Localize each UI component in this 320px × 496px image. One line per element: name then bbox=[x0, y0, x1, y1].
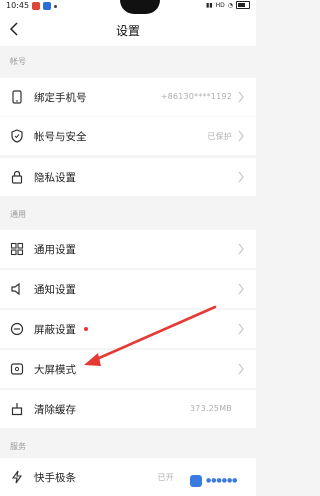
chevron-right-icon bbox=[238, 130, 244, 142]
section-header-service: 服务 bbox=[10, 442, 26, 451]
row-label: 通用设置 bbox=[34, 244, 76, 256]
status-bar: 10:45 ▮▮ HD ◔ bbox=[0, 0, 256, 14]
section-header-account: 帐号 bbox=[10, 57, 26, 66]
row-label: 帐号与安全 bbox=[34, 131, 87, 143]
app-notification-icon bbox=[43, 2, 51, 10]
row-label: 屏蔽设置 bbox=[34, 324, 76, 336]
new-badge-dot bbox=[84, 327, 88, 331]
section-header-general: 通用 bbox=[10, 210, 26, 219]
row-label: 隐私设置 bbox=[34, 172, 76, 184]
more-notifications-icon bbox=[54, 5, 57, 8]
watermark-text: ●●●●●● bbox=[206, 477, 238, 484]
network-label: HD bbox=[215, 1, 225, 9]
settings-row-privacy[interactable]: 隐私设置 bbox=[0, 158, 256, 196]
signal-icon: ▮▮ bbox=[206, 1, 213, 9]
battery-icon bbox=[236, 1, 250, 9]
chevron-right-icon bbox=[238, 171, 244, 183]
app-notification-icon bbox=[32, 2, 40, 10]
top-nav-bar: 设置 bbox=[0, 14, 256, 46]
settings-row-notification[interactable]: 通知设置 bbox=[0, 270, 256, 308]
row-value: 已保护 bbox=[207, 132, 232, 141]
watermark-logo: ●●●●●● bbox=[186, 472, 252, 490]
lightning-icon bbox=[10, 470, 24, 484]
page-title: 设置 bbox=[115, 24, 140, 38]
settings-row-block[interactable]: 屏蔽设置 bbox=[0, 310, 256, 348]
chevron-right-icon bbox=[238, 363, 244, 375]
settings-row-bigscreen[interactable]: 大屏模式 bbox=[0, 350, 256, 388]
shield-icon bbox=[10, 129, 24, 143]
row-label: 快手极条 bbox=[34, 472, 76, 484]
lock-icon bbox=[10, 170, 24, 184]
row-label: 大屏模式 bbox=[34, 364, 76, 376]
phone-icon bbox=[10, 90, 24, 104]
watermark-icon bbox=[190, 475, 202, 487]
row-label: 清除缓存 bbox=[34, 404, 76, 416]
speaker-icon bbox=[10, 282, 24, 296]
broom-icon bbox=[10, 402, 24, 416]
screen-icon bbox=[10, 362, 24, 376]
settings-row-phone[interactable]: 绑定手机号 +86130****1192 bbox=[0, 78, 256, 116]
status-time: 10:45 bbox=[6, 1, 30, 10]
chevron-right-icon bbox=[238, 283, 244, 295]
status-indicators: ▮▮ HD ◔ bbox=[206, 1, 250, 9]
grid-icon bbox=[10, 242, 24, 256]
row-value: +86130****1192 bbox=[160, 92, 232, 101]
row-value: 已开 bbox=[157, 473, 174, 482]
chevron-right-icon bbox=[238, 323, 244, 335]
row-value: 373.25MB bbox=[190, 404, 232, 413]
camera-notch bbox=[120, 0, 160, 14]
row-label: 绑定手机号 bbox=[34, 92, 87, 104]
block-icon bbox=[10, 322, 24, 336]
settings-row-security[interactable]: 帐号与安全 已保护 bbox=[0, 117, 256, 155]
chevron-right-icon bbox=[238, 243, 244, 255]
row-label: 通知设置 bbox=[34, 284, 76, 296]
wifi-icon: ◔ bbox=[227, 1, 233, 9]
settings-row-cache[interactable]: 清除缓存 373.25MB bbox=[0, 390, 256, 428]
chevron-right-icon bbox=[238, 91, 244, 103]
settings-row-general[interactable]: 通用设置 bbox=[0, 230, 256, 268]
